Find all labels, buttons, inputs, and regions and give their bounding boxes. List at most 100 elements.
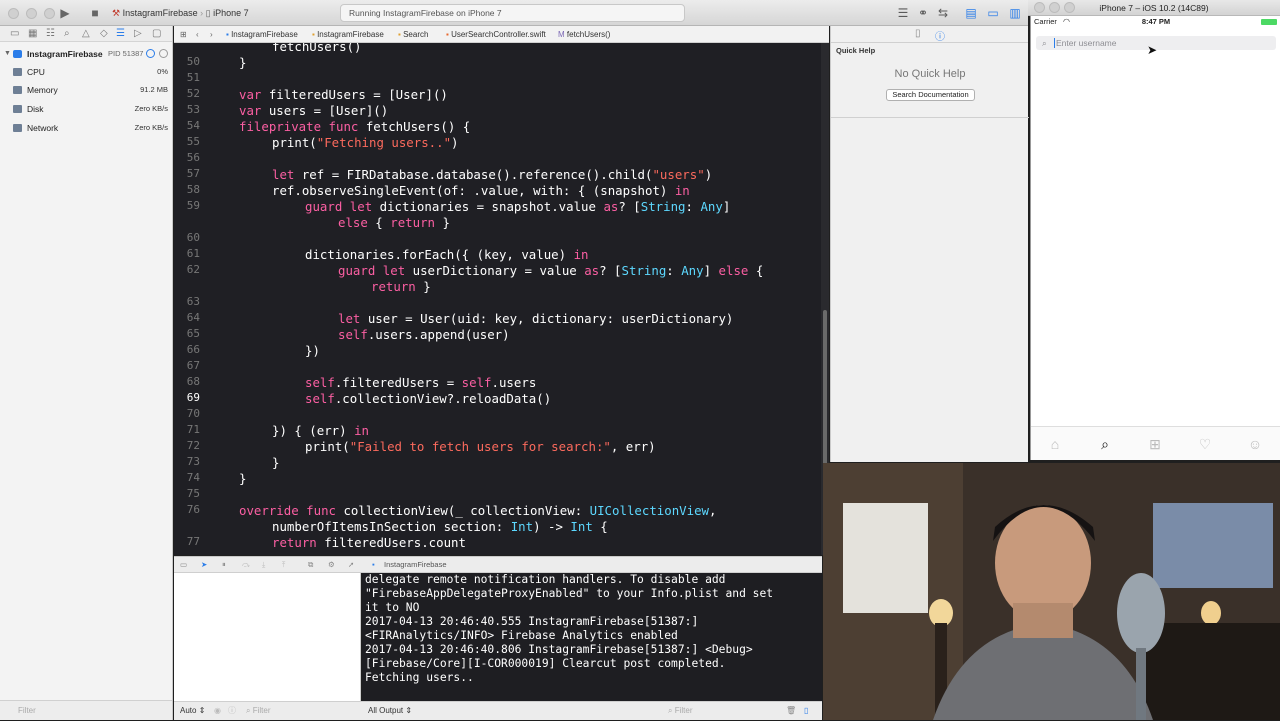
- code-line[interactable]: guard let userDictionary = value as? [St…: [338, 263, 763, 278]
- variables-view[interactable]: [174, 573, 361, 701]
- close-window-button[interactable]: [8, 8, 19, 19]
- search-documentation-button[interactable]: Search Documentation: [886, 89, 975, 101]
- assistant-editor-icon[interactable]: ⚭: [916, 6, 930, 20]
- sim-close-button[interactable]: [1034, 2, 1045, 13]
- pause-icon[interactable]: ⏸: [222, 557, 226, 572]
- sim-minimize-button[interactable]: [1049, 2, 1060, 13]
- toggle-utilities-icon[interactable]: ▥: [1008, 6, 1022, 20]
- code-token: ? [: [618, 199, 641, 214]
- forward-arrow-icon[interactable]: ›: [210, 26, 213, 43]
- console-filter-input[interactable]: ⌕ Filter: [668, 702, 692, 720]
- toggle-debug-area-icon[interactable]: ▭: [986, 6, 1000, 20]
- likes-tab-icon[interactable]: ♡: [1195, 436, 1215, 453]
- code-line[interactable]: let ref = FIRDatabase.database().referen…: [272, 167, 712, 182]
- add-photo-tab-icon[interactable]: ⊞: [1145, 436, 1165, 453]
- project-icon: ▪: [226, 30, 229, 39]
- code-line[interactable]: print("Fetching users.."): [272, 135, 459, 150]
- code-line[interactable]: fetchUsers(): [272, 43, 362, 54]
- zoom-window-button[interactable]: [44, 8, 55, 19]
- quick-help-icon[interactable]: ⓘ: [935, 28, 945, 43]
- location-icon[interactable]: ➚: [348, 557, 354, 572]
- breakpoint-icon[interactable]: ▷: [134, 28, 142, 39]
- trash-icon[interactable]: 🗑: [786, 702, 796, 720]
- code-line[interactable]: }: [239, 55, 246, 70]
- step-in-icon[interactable]: ⤓: [262, 557, 265, 572]
- code-line[interactable]: guard let dictionaries = snapshot.value …: [305, 199, 730, 214]
- eye-icon[interactable]: ◉: [214, 702, 221, 720]
- code-editor[interactable]: 50 51 52 53 54 55 56 57 58 59 60 61 62 63 64 65 66 67 68 69…: [174, 43, 821, 555]
- version-editor-icon[interactable]: ⇆: [936, 6, 950, 20]
- back-arrow-icon[interactable]: ‹: [196, 26, 199, 43]
- scheme-selector[interactable]: ⚒ InstagramFirebase › ▯ iPhone 7: [112, 5, 249, 21]
- console-output[interactable]: delegate remote notification handlers. T…: [362, 573, 822, 701]
- gauge-disk[interactable]: Disk Zero KB/s: [0, 100, 172, 118]
- code-line[interactable]: var filteredUsers = [User](): [239, 87, 448, 102]
- debug-navigator-icon[interactable]: ☰: [116, 28, 125, 39]
- home-tab-icon[interactable]: ⌂: [1045, 436, 1065, 452]
- process-row[interactable]: ▼ InstagramFirebase PID 51387: [0, 45, 172, 63]
- code-line[interactable]: }: [239, 471, 246, 486]
- code-token: {: [748, 263, 764, 278]
- step-over-icon[interactable]: ⤼: [242, 557, 250, 572]
- test-icon[interactable]: ◇: [100, 28, 108, 39]
- code-line[interactable]: else { return }: [338, 215, 450, 230]
- gauge-network[interactable]: Network Zero KB/s: [0, 119, 172, 137]
- code-line[interactable]: ref.observeSingleEvent(of: .value, with:…: [272, 183, 690, 198]
- jump-file[interactable]: ▪ UserSearchController.swift: [446, 26, 546, 43]
- code-line[interactable]: }): [305, 343, 320, 358]
- jump-project[interactable]: ▪ InstagramFirebase: [226, 26, 298, 43]
- memory-graph-icon[interactable]: ⚙: [328, 557, 335, 572]
- code-line[interactable]: self.collectionView?.reloadData(): [305, 391, 551, 406]
- code-line[interactable]: let user = User(uid: key, dictionary: us…: [338, 311, 733, 326]
- code-line[interactable]: dictionaries.forEach({ (key, value) in: [305, 247, 588, 262]
- code-token: filteredUsers = [User](): [261, 87, 448, 102]
- related-items-icon[interactable]: ⊞: [180, 26, 187, 43]
- issue-icon[interactable]: △: [82, 28, 90, 39]
- symbol-icon[interactable]: ☷: [46, 28, 55, 39]
- standard-editor-icon[interactable]: ☰: [896, 6, 910, 20]
- console-output-select[interactable]: All Output ⇕: [368, 702, 412, 720]
- line-number: 74: [186, 471, 200, 484]
- toggle-navigator-icon[interactable]: ▤: [964, 6, 978, 20]
- breakpoints-toggle-icon[interactable]: ➤: [201, 557, 207, 572]
- navigator-filter-input[interactable]: Filter: [0, 700, 172, 720]
- info-icon[interactable]: ⓘ: [228, 702, 236, 720]
- run-button[interactable]: ▶: [58, 6, 72, 20]
- code-line[interactable]: return filteredUsers.count: [272, 535, 466, 550]
- code-line[interactable]: self.users.append(user): [338, 327, 510, 342]
- gauge-cpu[interactable]: CPU 0%: [0, 63, 172, 81]
- code-line[interactable]: return }: [371, 279, 431, 294]
- code-line[interactable]: self.filteredUsers = self.users: [305, 375, 536, 390]
- profile-tab-icon[interactable]: ☺: [1245, 436, 1265, 452]
- view-hierarchy-icon[interactable]: ⧉: [308, 557, 313, 572]
- gear-icon[interactable]: [159, 49, 168, 58]
- split-console-icon[interactable]: ▯: [804, 702, 808, 720]
- disclosure-triangle-icon[interactable]: ▼: [4, 45, 11, 63]
- gauge-memory[interactable]: Memory 91.2 MB: [0, 81, 172, 99]
- variables-filter-input[interactable]: ⌕ Filter: [246, 702, 270, 720]
- find-icon[interactable]: ⌕: [64, 28, 70, 39]
- source-control-icon[interactable]: ▦: [28, 28, 37, 39]
- jump-folder[interactable]: ▪ Search: [398, 26, 428, 43]
- code-line[interactable]: var users = [User](): [239, 103, 388, 118]
- code-line[interactable]: }: [272, 455, 279, 470]
- jump-group[interactable]: ▪ InstagramFirebase: [312, 26, 384, 43]
- folder-icon[interactable]: ▭: [10, 28, 19, 39]
- status-circle-icon[interactable]: [146, 49, 155, 58]
- code-token: return: [390, 215, 435, 230]
- hide-debug-area-icon[interactable]: ▭: [180, 557, 187, 572]
- code-line[interactable]: }) { (err) in: [272, 423, 369, 438]
- search-tab-icon[interactable]: ⌕: [1095, 436, 1115, 453]
- code-line[interactable]: numberOfItemsInSection section: Int) -> …: [272, 519, 608, 534]
- code-line[interactable]: override func collectionView(_ collectio…: [239, 503, 716, 518]
- jump-function[interactable]: M fetchUsers(): [558, 26, 610, 43]
- minimize-window-button[interactable]: [26, 8, 37, 19]
- report-icon[interactable]: ▢: [152, 28, 161, 39]
- file-inspector-icon[interactable]: ▯: [915, 28, 921, 39]
- code-line[interactable]: print("Failed to fetch users for search:…: [305, 439, 656, 454]
- auto-variables-select[interactable]: Auto ⇕: [180, 702, 205, 720]
- step-out-icon[interactable]: ⤒: [282, 557, 285, 572]
- sim-zoom-button[interactable]: [1064, 2, 1075, 13]
- code-line[interactable]: fileprivate func fetchUsers() {: [239, 119, 470, 134]
- stop-button[interactable]: ■: [88, 6, 102, 20]
